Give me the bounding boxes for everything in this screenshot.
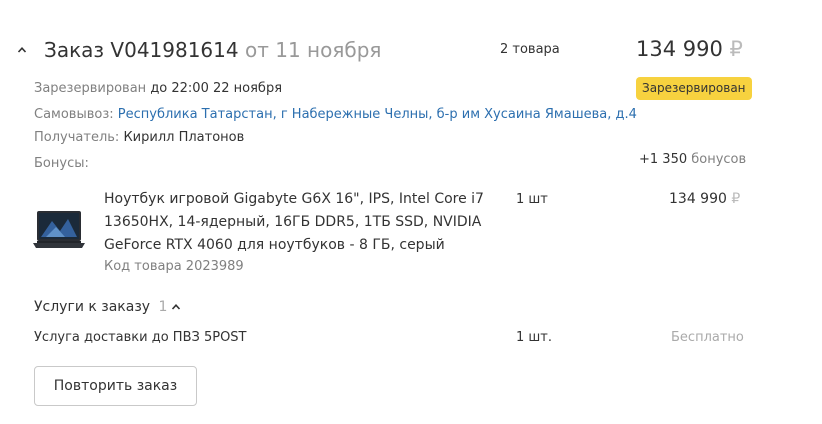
status-badge: Зарезервирован (636, 77, 752, 100)
product-currency: ₽ (731, 191, 741, 207)
product-name-link[interactable]: Ноутбук игровой Gigabyte G6X 16", IPS, I… (104, 188, 499, 257)
pickup-label: Самовывоз: (34, 107, 114, 122)
pickup-address-link[interactable]: Республика Татарстан, г Набережные Челны… (118, 107, 637, 122)
chevron-up-icon[interactable] (17, 45, 27, 55)
items-count: 2 товара (500, 42, 560, 57)
service-item-name: Услуга доставки до ПВЗ 5POST (34, 330, 247, 345)
services-count: 1 (158, 299, 168, 315)
service-item-price: Бесплатно (671, 330, 744, 345)
services-title: Услуги к заказу (34, 299, 151, 315)
services-toggle[interactable]: Услуги к заказу 1 (34, 299, 167, 315)
chevron-up-icon[interactable] (171, 302, 181, 312)
recipient-name: Кирилл Платонов (123, 130, 245, 145)
recipient-line: Получатель: Кирилл Платонов (34, 130, 244, 145)
order-title[interactable]: Заказ V041981614 от 11 ноября (44, 38, 381, 62)
recipient-label: Получатель: (34, 130, 120, 145)
laptop-icon[interactable] (32, 207, 86, 251)
bonus-value: +1 350 (639, 152, 688, 167)
order-total: 134 990 ₽ (636, 37, 743, 61)
repeat-order-button[interactable]: Повторить заказ (34, 366, 197, 406)
reserve-line: Зарезервирован до 22:00 22 ноября (34, 81, 282, 96)
product-qty: 1 шт (516, 192, 548, 207)
currency-sign: ₽ (729, 37, 743, 61)
bonus-unit: бонусов (691, 152, 747, 167)
reserve-value: до 22:00 22 ноября (150, 81, 283, 96)
order-total-value: 134 990 (636, 37, 723, 61)
pickup-line: Самовывоз: Республика Татарстан, г Набер… (34, 107, 637, 122)
service-item-qty: 1 шт. (516, 330, 553, 345)
order-date: от 11 ноября (244, 38, 382, 62)
bonus-amount: +1 350 бонусов (639, 152, 746, 167)
product-price: 134 990 ₽ (669, 191, 740, 207)
reserve-label: Зарезервирован (34, 81, 147, 96)
product-code: Код товара 2023989 (104, 259, 244, 274)
bonus-label: Бонусы: (34, 156, 89, 171)
product-price-value: 134 990 (669, 191, 727, 207)
order-number: Заказ V041981614 (44, 38, 239, 62)
